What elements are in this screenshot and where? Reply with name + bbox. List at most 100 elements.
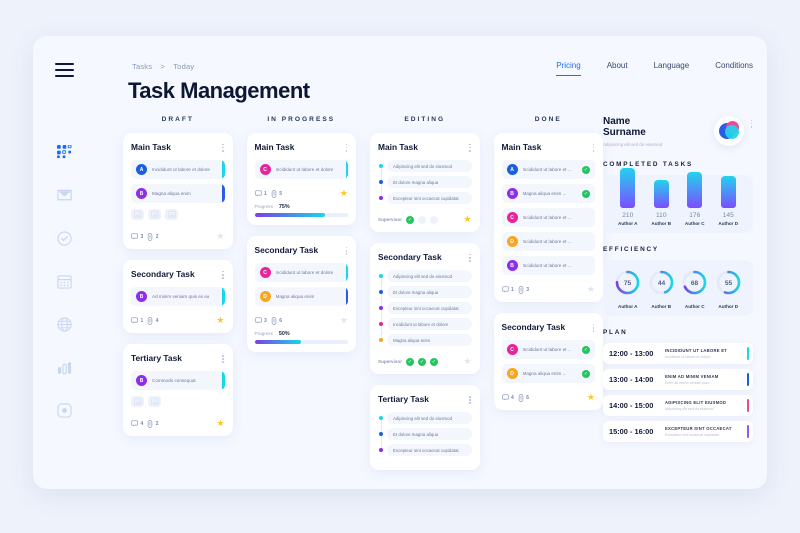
task-card[interactable]: Secondary Task C Incididunt ut labore et…: [246, 236, 356, 353]
task-row[interactable]: C Incididunt ut labore et dolore: [254, 160, 348, 180]
task-row[interactable]: B Commodo consequat: [131, 371, 225, 391]
breadcrumb-current[interactable]: Today: [173, 62, 194, 71]
avatar: C: [506, 212, 518, 224]
nav-item-about[interactable]: About: [607, 61, 628, 76]
task-row[interactable]: B Magna aliqua enim: [131, 184, 225, 204]
star-icon[interactable]: ★: [216, 316, 224, 325]
task-row[interactable]: Adipiscing elit sed do eiusmod: [378, 270, 472, 283]
task-row[interactable]: Et dolore magna aliqua: [378, 176, 472, 189]
task-card-title: Main Task: [131, 142, 171, 152]
task-row[interactable]: C Incididunt ut labore et ...: [501, 208, 595, 228]
task-row[interactable]: B Magna aliqua enim ... ✓: [501, 184, 595, 204]
attachment-count[interactable]: 2: [147, 420, 159, 428]
plan-accent: [746, 425, 749, 439]
card-more-options-icon[interactable]: [469, 394, 472, 405]
comment-count[interactable]: 1: [501, 286, 514, 293]
breadcrumb-root[interactable]: Tasks: [132, 62, 152, 71]
attachment-count[interactable]: 2: [147, 232, 159, 241]
image-placeholder-icon[interactable]: [131, 396, 144, 408]
task-row[interactable]: Excepteur sint occaecat cupidatat: [378, 192, 472, 205]
task-card[interactable]: Tertiary Task Adipiscing elit sed do eiu…: [370, 385, 480, 471]
image-placeholder-icon[interactable]: [165, 209, 178, 221]
plan-row[interactable]: 12:00 - 13:00 INCIDIDUNT UT LABORE ET In…: [603, 343, 753, 365]
star-icon[interactable]: ★: [463, 357, 471, 366]
comment-count[interactable]: 1: [131, 317, 143, 324]
attachment-count[interactable]: 5: [271, 189, 282, 198]
star-icon[interactable]: ★: [587, 285, 595, 294]
comment-count[interactable]: 1: [254, 190, 267, 197]
card-more-options-icon[interactable]: [592, 322, 595, 333]
plan-row[interactable]: 14:00 - 15:00 ADIPISCING ELIT EIUSMOD Ad…: [603, 395, 753, 417]
avatar: B: [136, 291, 147, 303]
card-more-options-icon[interactable]: [222, 353, 225, 364]
column-title: EDITING: [404, 116, 446, 123]
task-row[interactable]: D Magna aliqua enim ... ✓: [501, 364, 595, 384]
task-row[interactable]: D Magna aliqua enim: [254, 287, 348, 307]
plan-row[interactable]: 13:00 - 14:00 ENIM AD MINIM VENIAM Enim …: [603, 369, 753, 391]
comment-count[interactable]: 4: [501, 394, 514, 401]
task-row[interactable]: Adipiscing elit sed do eiusmod: [378, 412, 472, 425]
image-placeholder-icon[interactable]: [148, 209, 161, 221]
task-row[interactable]: Excepteur sint occaecat cupidatat: [378, 444, 472, 457]
nav-item-conditions[interactable]: Conditions: [715, 61, 753, 76]
star-icon[interactable]: ★: [587, 393, 595, 402]
comment-count[interactable]: 4: [131, 420, 143, 427]
task-row[interactable]: D Incididunt ut labore et ...: [501, 232, 595, 252]
task-row[interactable]: C Incididunt ut labore et dolore: [254, 263, 348, 283]
star-icon[interactable]: ★: [340, 316, 348, 325]
attachment-count[interactable]: 6: [271, 316, 282, 325]
star-icon[interactable]: ★: [340, 189, 348, 198]
task-card[interactable]: Secondary Task B Ad minim veniam quis ex…: [123, 260, 233, 334]
app-window: Tasks > Today Task Management Pricing Abo…: [33, 36, 767, 489]
task-card[interactable]: Main Task C Incididunt ut labore et dolo…: [246, 133, 356, 226]
task-row[interactable]: Excepteur sint occaecat cupidatat: [378, 302, 472, 315]
image-placeholder-icon[interactable]: [131, 209, 144, 221]
comment-count[interactable]: 3: [131, 233, 143, 240]
task-row[interactable]: Adipiscing elit sed do eiusmod: [378, 160, 472, 173]
task-row[interactable]: C Incididunt ut labore et ... ✓: [501, 340, 595, 360]
nav-item-pricing[interactable]: Pricing: [556, 61, 581, 76]
sidebar-item-completed[interactable]: [33, 217, 95, 260]
card-more-options-icon[interactable]: [592, 142, 595, 153]
attachment-count[interactable]: 3: [518, 285, 529, 294]
card-more-options-icon[interactable]: [469, 142, 472, 153]
sidebar-item-calendar[interactable]: [33, 260, 95, 303]
hamburger-icon[interactable]: [55, 63, 74, 81]
task-row[interactable]: B Ad minim veniam quis ex ea: [131, 287, 225, 307]
task-row[interactable]: Incididunt ut labore et dolore: [378, 318, 472, 331]
sidebar-item-mail[interactable]: [33, 174, 95, 217]
sidebar-item-reports[interactable]: [33, 346, 95, 389]
plan-row[interactable]: 15:00 - 16:00 EXCEPTEUR SINT OCCAECAT Ex…: [603, 421, 753, 443]
card-more-options-icon[interactable]: [345, 142, 348, 153]
attachment-count[interactable]: 6: [518, 393, 529, 402]
image-placeholder-icon[interactable]: [148, 396, 161, 408]
profile-circles-avatar[interactable]: [714, 116, 744, 146]
task-row[interactable]: A Incididunt ut labore et dolore: [131, 160, 225, 180]
sidebar-item-dashboard[interactable]: [33, 131, 95, 174]
card-more-options-icon[interactable]: [222, 269, 225, 280]
task-row[interactable]: A Incididunt ut labore et ... ✓: [501, 160, 595, 180]
task-card[interactable]: Secondary Task Adipiscing elit sed do ei…: [370, 243, 480, 375]
star-icon[interactable]: ★: [216, 419, 224, 428]
task-row-label: Incididunt ut labore et dolore: [152, 167, 210, 173]
card-more-options-icon[interactable]: [222, 142, 225, 153]
task-row[interactable]: Et dolore magna aliqua: [378, 428, 472, 441]
star-icon[interactable]: ★: [463, 215, 471, 224]
task-card[interactable]: Tertiary Task B Commodo consequat 4 2 ★: [123, 344, 233, 437]
card-more-options-icon[interactable]: [469, 252, 472, 263]
attachment-count[interactable]: 4: [147, 316, 159, 325]
task-row[interactable]: B Incididunt ut labore et ...: [501, 256, 595, 276]
profile-more-options-icon[interactable]: [750, 118, 753, 129]
nav-item-language[interactable]: Language: [654, 61, 690, 76]
task-row[interactable]: Magna aliqua enim: [378, 334, 472, 347]
task-row[interactable]: Et dolore magna aliqua: [378, 286, 472, 299]
sidebar-item-settings[interactable]: [33, 389, 95, 432]
star-icon[interactable]: ★: [216, 232, 224, 241]
card-more-options-icon[interactable]: [345, 245, 348, 256]
task-card[interactable]: Main Task A Incididunt ut labore et ... …: [493, 133, 603, 303]
task-card[interactable]: Main Task Adipiscing elit sed do eiusmod…: [370, 133, 480, 233]
task-card[interactable]: Main Task A Incididunt ut labore et dolo…: [123, 133, 233, 250]
sidebar-item-globe[interactable]: [33, 303, 95, 346]
comment-count[interactable]: 3: [254, 317, 267, 324]
task-card[interactable]: Secondary Task C Incididunt ut labore et…: [493, 313, 603, 411]
